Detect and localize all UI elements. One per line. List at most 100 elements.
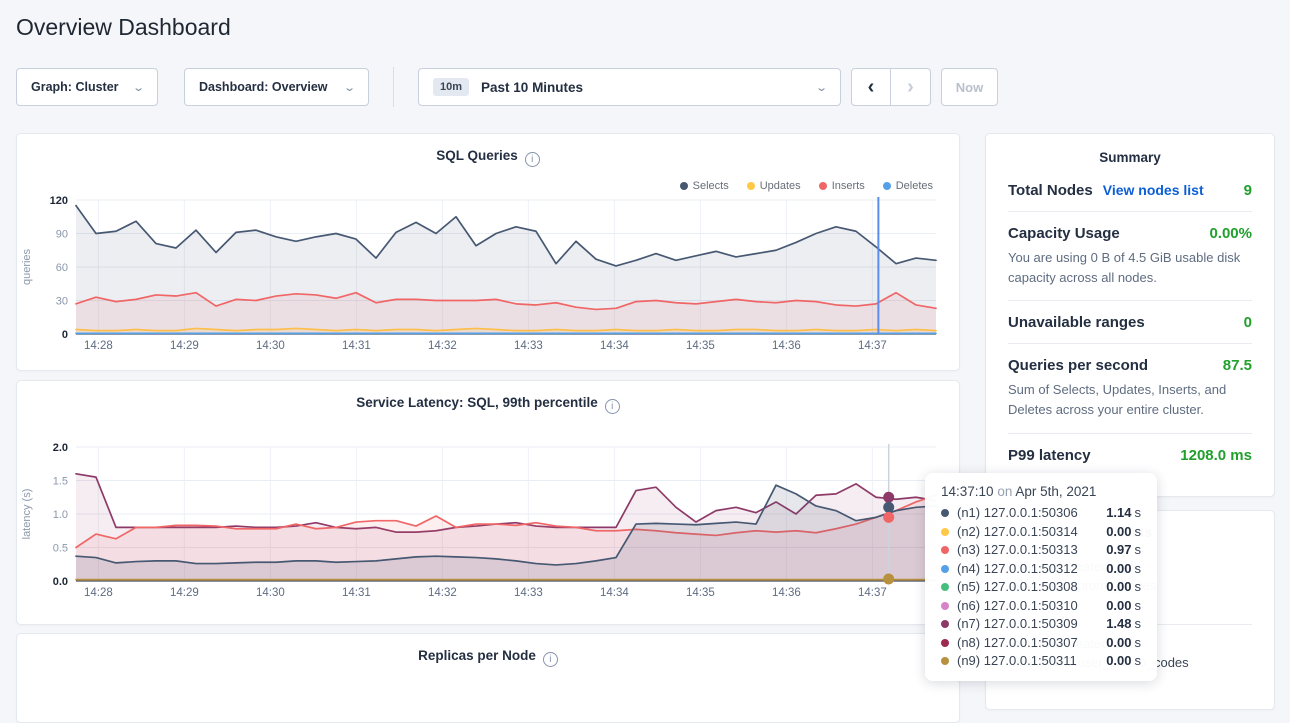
summary-row-label: P99 latency	[1008, 447, 1091, 464]
view-nodes-link[interactable]: View nodes list	[1103, 182, 1204, 198]
node-color-dot	[941, 602, 949, 610]
time-step-buttons: ‹ ›	[851, 68, 931, 106]
summary-rows: Total Nodes View nodes list 9 Capacity Usag…	[1008, 169, 1252, 476]
svg-text:0.0: 0.0	[53, 576, 68, 588]
chevron-down-icon: ⌄	[343, 81, 356, 94]
node-color-dot	[941, 509, 949, 517]
legend-dot	[883, 182, 891, 190]
node-latency-value: 0.00	[1106, 597, 1131, 616]
summary-panel: Summary Total Nodes View nodes list 9 Capac…	[985, 133, 1275, 497]
svg-text:14:34: 14:34	[600, 340, 629, 352]
chevron-down-icon: ⌄	[132, 81, 145, 94]
latency-unit: s	[1135, 578, 1142, 597]
node-latency-value: 0.97	[1106, 541, 1131, 560]
node-address: (n7) 127.0.0.1:50309	[957, 615, 1106, 634]
node-address: (n1) 127.0.0.1:50306	[957, 504, 1106, 523]
dashboard-label: Dashboard: Overview	[199, 80, 328, 94]
summary-row: Capacity Usage 0.00% You are using 0 B of …	[1008, 212, 1252, 301]
summary-row: Queries per second87.5Sum of Selects, Up…	[1008, 344, 1252, 433]
time-range-selector[interactable]: 10m Past 10 Minutes ⌄	[418, 68, 841, 106]
summary-row-label: Queries per second	[1008, 357, 1148, 374]
node-address: (n5) 127.0.0.1:50308	[957, 578, 1106, 597]
latency-unit: s	[1135, 560, 1142, 579]
sql-queries-chart[interactable]: 14:2814:2914:3014:3114:3214:3314:3414:35…	[17, 191, 961, 361]
node-latency-value: 0.00	[1106, 578, 1131, 597]
dashboard-dropdown[interactable]: Dashboard: Overview ⌄	[184, 68, 369, 106]
now-button[interactable]: Now	[941, 68, 998, 106]
node-latency-value: 1.48	[1106, 615, 1131, 634]
tooltip-row: (n8) 127.0.0.1:503070.00s	[941, 634, 1141, 653]
svg-text:14:33: 14:33	[514, 340, 543, 352]
summary-row-value: 0	[1244, 314, 1252, 331]
latency-unit: s	[1135, 523, 1142, 542]
svg-text:14:35: 14:35	[686, 340, 715, 352]
time-forward-button[interactable]: ›	[891, 68, 931, 106]
service-latency-card: Service Latency: SQL, 99th percentilei 1…	[16, 380, 960, 625]
node-address: (n3) 127.0.0.1:50313	[957, 541, 1106, 560]
tooltip-row: (n9) 127.0.0.1:503110.00s	[941, 652, 1141, 671]
info-icon[interactable]: i	[605, 399, 620, 414]
info-icon[interactable]: i	[543, 652, 558, 667]
graph-scope-dropdown[interactable]: Graph: Cluster ⌄	[16, 68, 158, 106]
service-latency-chart[interactable]: 14:2814:2914:3014:3114:3214:3314:3414:35…	[17, 439, 961, 609]
svg-text:1.0: 1.0	[53, 509, 68, 521]
node-address: (n2) 127.0.0.1:50314	[957, 523, 1106, 542]
svg-text:60: 60	[56, 262, 68, 274]
summary-row-label: Capacity Usage	[1008, 225, 1120, 242]
svg-text:14:33: 14:33	[514, 587, 543, 599]
summary-row-label: Total Nodes	[1008, 182, 1093, 199]
svg-text:14:37: 14:37	[858, 587, 887, 599]
legend-dot	[819, 182, 827, 190]
now-label: Now	[956, 80, 983, 95]
tooltip-row: (n1) 127.0.0.1:503061.14s	[941, 504, 1141, 523]
svg-text:30: 30	[56, 296, 68, 308]
svg-text:14:29: 14:29	[170, 340, 199, 352]
chart-hover-tooltip: 14:37:10 on Apr 5th, 2021 (n1) 127.0.0.1…	[925, 473, 1157, 681]
node-color-dot	[941, 546, 949, 554]
summary-row: Unavailable ranges 0	[1008, 301, 1252, 344]
node-address: (n6) 127.0.0.1:50310	[957, 597, 1106, 616]
node-address: (n4) 127.0.0.1:50312	[957, 560, 1106, 579]
summary-row-desc: Sum of Selects, Updates, Inserts, and De…	[1008, 380, 1252, 420]
latency-unit: s	[1135, 541, 1142, 560]
sql-queries-card: SQL Queriesi SelectsUpdatesInsertsDelete…	[16, 133, 960, 371]
time-range-label: Past 10 Minutes	[481, 80, 583, 95]
legend-dot	[747, 182, 755, 190]
tooltip-row: (n4) 127.0.0.1:503120.00s	[941, 560, 1141, 579]
legend-dot	[680, 182, 688, 190]
svg-text:14:31: 14:31	[342, 587, 371, 599]
summary-row-value: 9	[1244, 182, 1252, 199]
node-latency-value: 0.00	[1106, 652, 1131, 671]
svg-text:14:37: 14:37	[858, 340, 887, 352]
node-address: (n9) 127.0.0.1:50311	[957, 652, 1106, 671]
tooltip-row: (n7) 127.0.0.1:503091.48s	[941, 615, 1141, 634]
svg-text:90: 90	[56, 229, 68, 241]
chevron-down-icon: ⌄	[815, 81, 828, 94]
summary-title: Summary	[1008, 150, 1252, 165]
info-icon[interactable]: i	[525, 152, 540, 167]
node-latency-value: 0.00	[1106, 560, 1131, 579]
summary-row-label: Unavailable ranges	[1008, 314, 1145, 331]
latency-unit: s	[1135, 597, 1142, 616]
summary-row: Total Nodes View nodes list 9	[1008, 169, 1252, 212]
time-back-button[interactable]: ‹	[851, 68, 891, 106]
tooltip-row: (n6) 127.0.0.1:503100.00s	[941, 597, 1141, 616]
svg-text:2.0: 2.0	[53, 442, 68, 454]
svg-text:14:35: 14:35	[686, 587, 715, 599]
svg-text:0.5: 0.5	[53, 543, 68, 555]
node-color-dot	[941, 583, 949, 591]
svg-text:queries: queries	[21, 248, 33, 285]
time-range-badge: 10m	[433, 78, 469, 96]
svg-text:14:32: 14:32	[428, 340, 457, 352]
node-latency-value: 1.14	[1106, 504, 1131, 523]
svg-text:0: 0	[62, 329, 68, 341]
svg-text:latency (s): latency (s)	[21, 489, 33, 540]
svg-text:14:34: 14:34	[600, 587, 629, 599]
summary-row-value: 0.00%	[1209, 225, 1252, 242]
replicas-title: Replicas per Nodei	[17, 648, 959, 667]
summary-row-value: 1208.0 ms	[1180, 447, 1252, 464]
summary-row-desc: You are using 0 B of 4.5 GiB usable disk…	[1008, 248, 1252, 288]
node-latency-value: 0.00	[1106, 634, 1131, 653]
latency-unit: s	[1135, 652, 1142, 671]
latency-unit: s	[1135, 634, 1142, 653]
